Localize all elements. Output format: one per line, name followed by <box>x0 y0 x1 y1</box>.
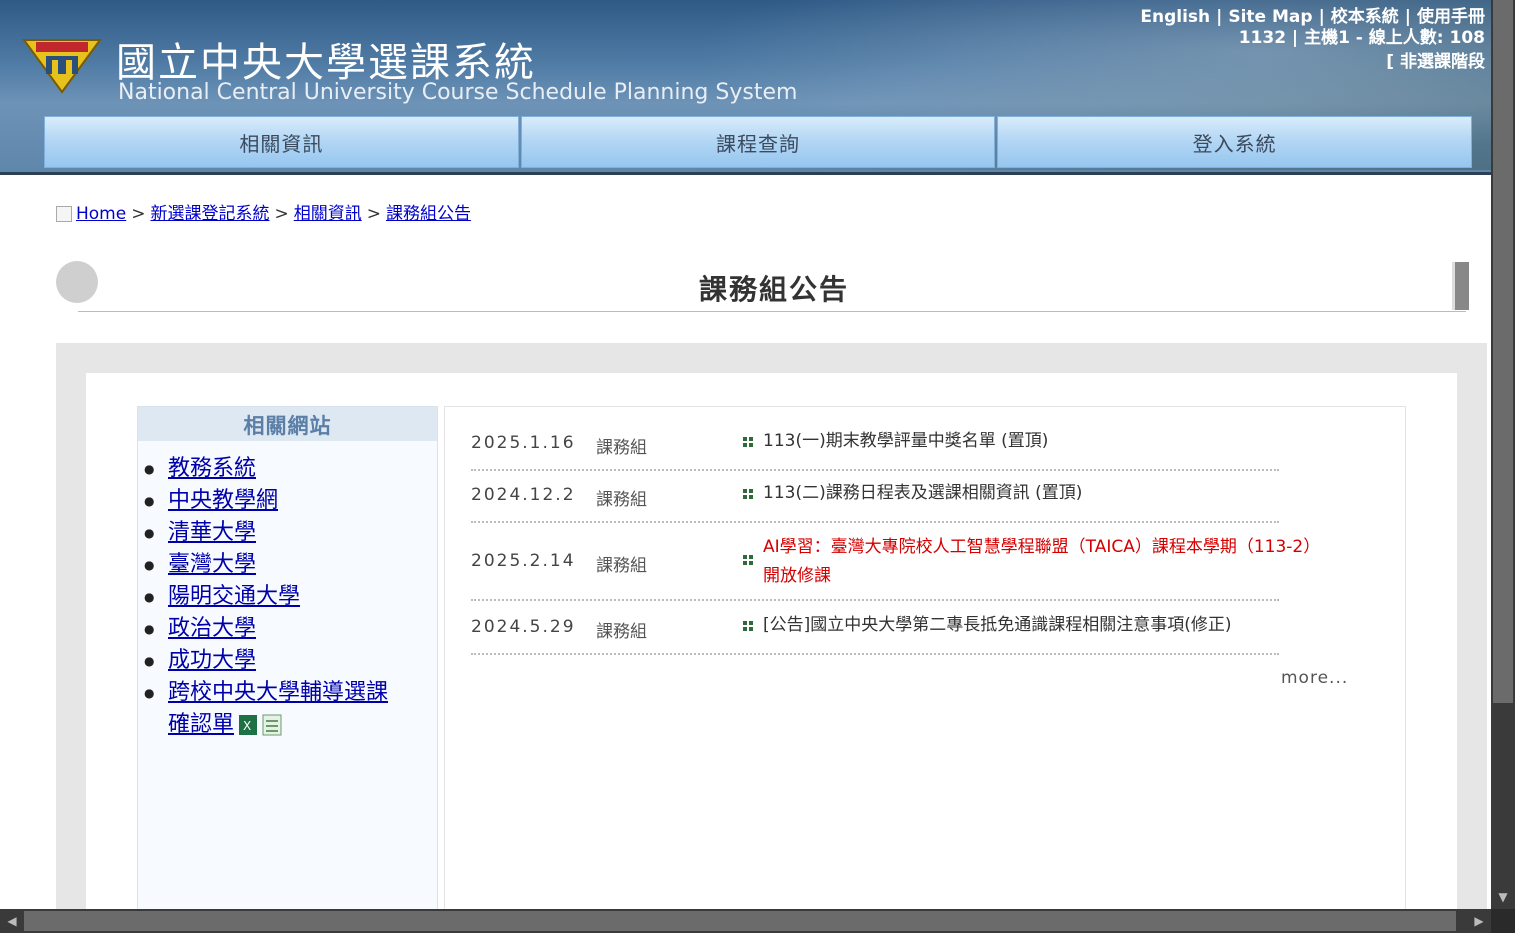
breadcrumb-announcements[interactable]: 課務組公告 <box>386 204 471 224</box>
cross-school-form-text-1: 跨校中央大學輔導選課 <box>168 680 389 705</box>
news-title-link[interactable]: 113(二)課務日程表及選課相關資訊 (置頂) <box>763 479 1323 508</box>
news-unit: 課務組 <box>596 438 647 458</box>
link-nycu[interactable]: 陽明交通大學 <box>168 584 300 609</box>
related-sites-list: 教務系統 中央教學網 清華大學 臺灣大學 陽明交通大學 政治大學 成功大學 跨校… <box>138 453 437 741</box>
site-header: 國立中央大學選課系統 National Central University C… <box>0 0 1491 175</box>
link-academic-system[interactable]: 教務系統 <box>168 456 256 481</box>
site-title-english: National Central University Course Sched… <box>118 80 798 105</box>
news-title-text[interactable]: 113(一)期末教學評量中獎名單 (置頂) <box>763 431 1048 451</box>
breadcrumb-related-info[interactable]: 相關資訊 <box>294 204 362 224</box>
university-logo-icon <box>22 39 102 94</box>
page-title: 課務組公告 <box>698 273 849 306</box>
phase-status: [ 非選課階段 <box>1386 52 1485 72</box>
nav-course-search[interactable]: 課程查詢 <box>520 116 996 168</box>
nav-related-info[interactable]: 相關資訊 <box>44 116 519 168</box>
news-unit: 課務組 <box>596 556 647 576</box>
news-date: 2025.1.16 <box>471 433 576 453</box>
horizontal-scroll-thumb[interactable] <box>24 911 1456 931</box>
separator: | <box>1216 7 1223 27</box>
table-row: 2024.12.2 課務組 113(二)課務日程表及選課相關資訊 (置頂) <box>471 483 1279 523</box>
news-title-link[interactable]: 113(一)期末教學評量中獎名單 (置頂) <box>763 427 1323 456</box>
page: 國立中央大學選課系統 National Central University C… <box>0 0 1491 909</box>
spreadsheet-file-icon[interactable] <box>262 714 282 736</box>
announcements-panel: 2025.1.16 課務組 113(一)期末教學評量中獎名單 (置頂) 2024… <box>444 406 1406 909</box>
breadcrumb-separator: > <box>274 204 289 224</box>
table-row: 2025.1.16 課務組 113(一)期末教學評量中獎名單 (置頂) <box>471 431 1279 471</box>
vertical-scroll-thumb[interactable] <box>1493 0 1513 703</box>
list-item: 臺灣大學 <box>144 549 437 581</box>
top-links: English | Site Map | 校本系統 | 使用手冊 <box>1140 2 1485 27</box>
news-title-text[interactable]: AI學習：臺灣大專院校人工智慧學程聯盟（TAICA）課程本學期（113-2）開放… <box>763 537 1312 586</box>
breadcrumb-registration[interactable]: 新選課登記系統 <box>150 204 269 224</box>
link-tsinghua[interactable]: 清華大學 <box>168 520 256 545</box>
link-nccu[interactable]: 政治大學 <box>168 616 256 641</box>
list-item: 跨校中央大學輔導選課確認單 X <box>144 677 437 741</box>
news-unit: 課務組 <box>596 490 647 510</box>
site-map-link[interactable]: Site Map <box>1228 7 1312 27</box>
svg-text:X: X <box>243 719 251 733</box>
system-status: 1132 | 主機1 - 線上人數: 108 [ 非選課階段 <box>1239 26 1485 74</box>
related-sites-sidebar: 相關網站 教務系統 中央教學網 清華大學 臺灣大學 陽明交通大學 政治大學 成功… <box>137 406 438 909</box>
list-item: 教務系統 <box>144 453 437 485</box>
cross-school-form-text-2: 確認單 <box>168 712 235 737</box>
separator: | <box>1318 7 1325 27</box>
breadcrumb-icon <box>56 206 72 222</box>
table-row: 2024.5.29 課務組 [公告]國立中央大學第二專長抵免通識課程相關注意事項… <box>471 615 1279 655</box>
breadcrumb-separator: > <box>131 204 146 224</box>
news-title-link[interactable]: [公告]國立中央大學第二專長抵免通識課程相關注意事項(修正) <box>763 611 1323 640</box>
news-date: 2024.5.29 <box>471 617 576 637</box>
more-link[interactable]: more... <box>1281 668 1348 688</box>
link-ncku[interactable]: 成功大學 <box>168 648 256 673</box>
scroll-right-icon[interactable]: ▶ <box>1467 909 1491 933</box>
news-title-text[interactable]: [公告]國立中央大學第二專長抵免通識課程相關注意事項(修正) <box>763 615 1232 635</box>
list-item: 政治大學 <box>144 613 437 645</box>
list-item: 陽明交通大學 <box>144 581 437 613</box>
english-link[interactable]: English <box>1140 7 1210 27</box>
online-stats: 1132 | 主機1 - 線上人數: 108 <box>1238 28 1485 48</box>
scrollbar-corner <box>1491 909 1515 933</box>
vertical-scrollbar[interactable]: ▲ ▼ <box>1491 0 1515 909</box>
breadcrumb-separator: > <box>366 204 381 224</box>
heading-divider <box>78 311 1466 312</box>
grid-bullet-icon <box>743 489 753 499</box>
list-item: 清華大學 <box>144 517 437 549</box>
scroll-down-icon[interactable]: ▼ <box>1491 887 1515 907</box>
separator: | <box>1404 7 1411 27</box>
breadcrumb: Home > 新選課登記系統 > 相關資訊 > 課務組公告 <box>56 199 471 224</box>
excel-file-icon[interactable]: X <box>238 714 258 736</box>
horizontal-scrollbar[interactable]: ◀ ▶ <box>0 909 1491 933</box>
grid-bullet-icon <box>743 555 753 565</box>
news-date: 2025.2.14 <box>471 551 576 571</box>
table-row: 2025.2.14 課務組 AI學習：臺灣大專院校人工智慧學程聯盟（TAICA）… <box>471 533 1312 601</box>
news-title-link[interactable]: AI學習：臺灣大專院校人工智慧學程聯盟（TAICA）課程本學期（113-2）開放… <box>763 533 1313 591</box>
news-unit: 課務組 <box>596 622 647 642</box>
grid-bullet-icon <box>743 621 753 631</box>
sidebar-title: 相關網站 <box>138 407 437 441</box>
user-manual-link[interactable]: 使用手冊 <box>1417 7 1485 27</box>
breadcrumb-home[interactable]: Home <box>76 204 126 224</box>
school-system-link[interactable]: 校本系統 <box>1331 7 1399 27</box>
list-item: 成功大學 <box>144 645 437 677</box>
news-date: 2024.12.2 <box>471 485 576 505</box>
news-title-text[interactable]: 113(二)課務日程表及選課相關資訊 (置頂) <box>763 483 1082 503</box>
link-ncu-teaching-web[interactable]: 中央教學網 <box>168 488 278 513</box>
grid-bullet-icon <box>743 437 753 447</box>
main-nav: 相關資訊 課程查詢 登入系統 <box>44 116 1473 168</box>
nav-login[interactable]: 登入系統 <box>997 116 1473 168</box>
list-item: 中央教學網 <box>144 485 437 517</box>
scroll-left-icon[interactable]: ◀ <box>0 909 24 933</box>
link-ntu[interactable]: 臺灣大學 <box>168 552 256 577</box>
